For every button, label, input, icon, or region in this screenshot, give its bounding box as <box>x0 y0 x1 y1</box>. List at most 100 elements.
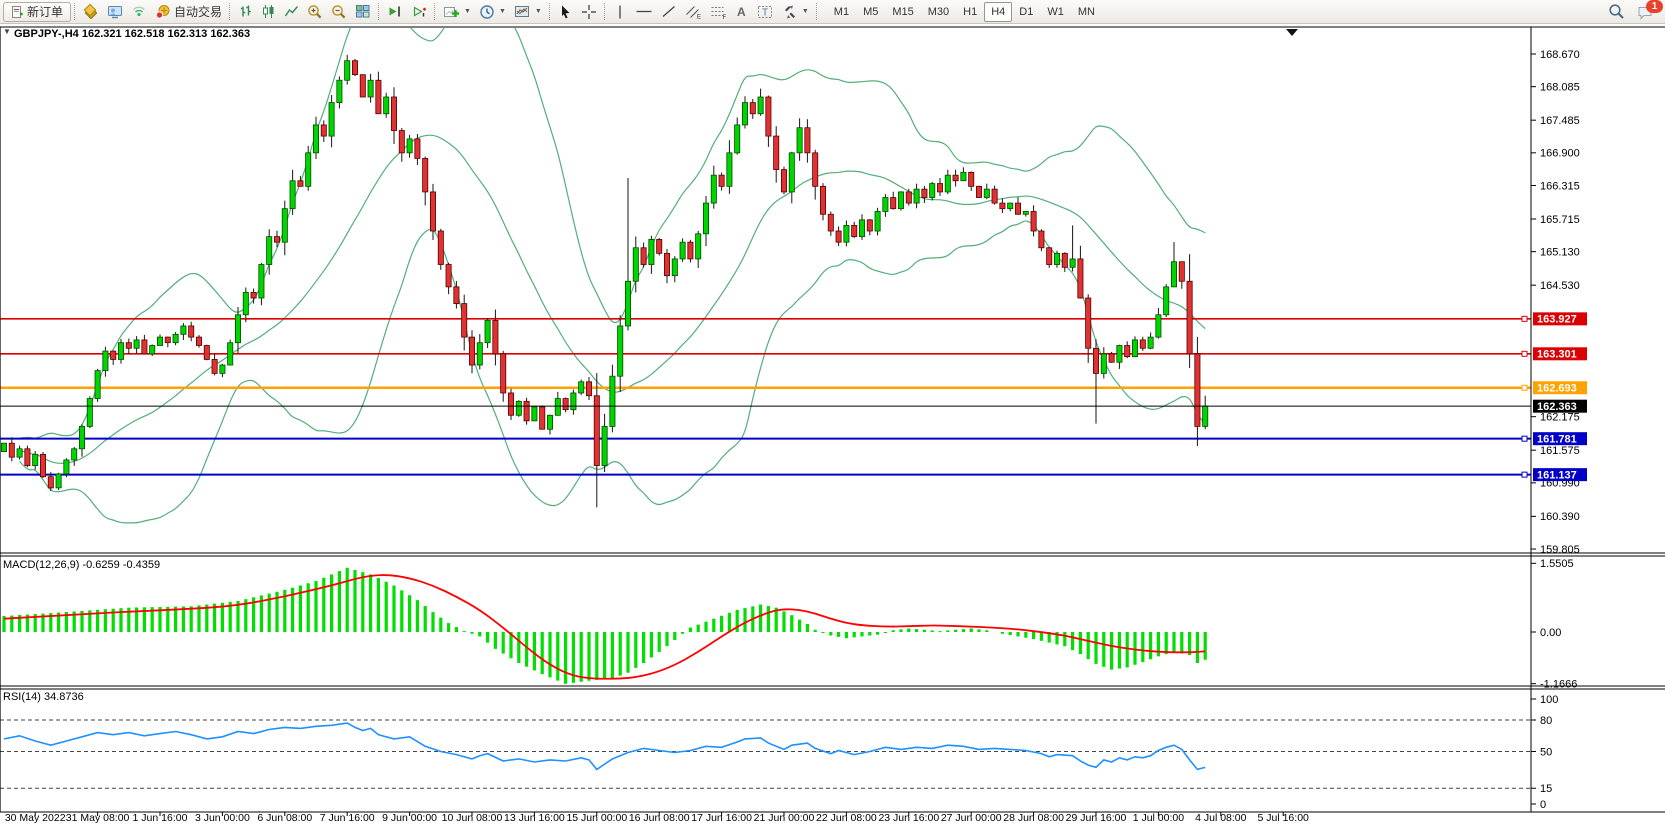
vertical-line-tool-button[interactable] <box>609 2 631 22</box>
candle <box>1109 354 1114 362</box>
macd-histogram-bar <box>1133 632 1136 665</box>
periods-button[interactable]: ▼ <box>475 2 510 22</box>
macd-histogram-bar <box>595 632 598 680</box>
candle <box>547 415 552 429</box>
tf-button-d1[interactable]: D1 <box>1012 2 1040 22</box>
candlestick-mode-button[interactable] <box>257 2 280 22</box>
data-feed-button[interactable] <box>127 2 151 22</box>
candle <box>87 399 92 427</box>
macd-histogram-bar <box>821 632 824 633</box>
macd-histogram-bar <box>884 632 887 633</box>
macd-histogram-bar <box>1016 632 1019 636</box>
auto-scroll-button[interactable] <box>383 2 407 22</box>
text-tool-button[interactable]: A <box>731 2 753 22</box>
arrows-tool-button[interactable]: ▼ <box>778 2 813 22</box>
chat-button[interactable]: 1 <box>1633 2 1658 22</box>
candle <box>976 186 981 197</box>
tf-button-m5[interactable]: M5 <box>856 2 885 22</box>
profiles-button[interactable] <box>103 2 127 22</box>
macd-histogram-bar <box>338 571 341 632</box>
templates-button[interactable]: ▼ <box>510 2 546 22</box>
rsi-tick-label: 50 <box>1540 746 1552 758</box>
search-icon <box>1608 3 1625 20</box>
new-order-icon <box>11 5 24 19</box>
candle <box>586 382 591 396</box>
candle <box>446 265 451 287</box>
candle <box>48 477 53 488</box>
macd-histogram-bar <box>1079 632 1082 654</box>
zoom-out-button[interactable] <box>327 2 351 22</box>
macd-histogram-bar <box>814 630 817 632</box>
trendline-tool-button[interactable] <box>657 2 681 22</box>
text-label-tool-button[interactable]: T <box>753 2 778 22</box>
candle <box>1203 406 1208 426</box>
price-badge-label: 163.927 <box>1537 314 1577 326</box>
hline-handle[interactable] <box>1522 385 1527 390</box>
time-axis[interactable]: 30 May 202231 May 08:001 Jun 16:003 Jun … <box>5 812 1309 824</box>
search-button[interactable] <box>1604 2 1629 22</box>
bar-chart-mode-button[interactable] <box>234 2 257 22</box>
chart-background <box>0 0 1665 826</box>
hline-handle[interactable] <box>1522 351 1527 356</box>
chart-shift-button[interactable] <box>407 2 431 22</box>
symbol-dropdown-caret[interactable]: ▼ <box>3 27 11 36</box>
candle <box>719 175 724 186</box>
tf-button-h4[interactable]: H4 <box>984 2 1012 22</box>
indicators-button[interactable]: ▼ <box>439 2 475 22</box>
tf-button-h1[interactable]: H1 <box>956 2 984 22</box>
candle <box>1054 253 1059 264</box>
tile-windows-button[interactable] <box>351 2 375 22</box>
hline-handle[interactable] <box>1522 472 1527 477</box>
crosshair-tool-button[interactable] <box>577 2 601 22</box>
tf-button-mn[interactable]: MN <box>1071 2 1102 22</box>
macd-histogram-bar <box>704 622 707 632</box>
candle <box>625 281 630 326</box>
tile-windows-icon <box>355 4 371 19</box>
zoom-out-icon <box>331 4 347 20</box>
candle <box>984 189 989 197</box>
channel-tool-button[interactable]: E <box>681 2 706 22</box>
macd-histogram-bar <box>1149 632 1152 659</box>
macd-histogram-bar <box>970 628 973 632</box>
zoom-in-button[interactable] <box>303 2 327 22</box>
candle <box>641 248 646 265</box>
hline-handle[interactable] <box>1522 316 1527 321</box>
time-label: 1 Jul 00:00 <box>1133 812 1185 824</box>
tf-button-m1[interactable]: M1 <box>827 2 856 22</box>
macd-histogram-bar <box>743 608 746 632</box>
fibonacci-tool-button[interactable]: F <box>706 2 731 22</box>
new-chart-button[interactable] <box>79 2 103 22</box>
macd-histogram-bar <box>673 632 676 640</box>
candle <box>610 376 615 426</box>
macd-histogram-bar <box>502 632 505 654</box>
macd-histogram-bar <box>455 627 458 632</box>
separator <box>816 3 818 20</box>
candle <box>118 343 123 360</box>
cursor-tool-button[interactable] <box>554 2 577 22</box>
candle <box>1039 231 1044 248</box>
candle <box>1023 211 1028 214</box>
chart-canvas[interactable]: 168.670168.085167.485166.900166.315165.7… <box>0 0 1665 826</box>
macd-histogram-bar <box>1009 632 1012 635</box>
macd-histogram-bar <box>533 632 536 670</box>
candle <box>282 209 287 243</box>
macd-histogram-bar <box>190 606 193 632</box>
tf-button-m30[interactable]: M30 <box>921 2 956 22</box>
line-chart-mode-button[interactable] <box>280 2 303 22</box>
arrows-icon <box>782 4 798 19</box>
horizontal-line-tool-button[interactable] <box>631 2 657 22</box>
tf-button-m15[interactable]: M15 <box>885 2 920 22</box>
macd-histogram-bar <box>977 629 980 632</box>
tf-button-w1[interactable]: W1 <box>1040 2 1071 22</box>
hline-handle[interactable] <box>1522 436 1527 441</box>
new-chart-icon <box>83 4 99 19</box>
vertical-line-icon <box>614 4 626 20</box>
candle <box>602 426 607 465</box>
macd-histogram-bar <box>416 600 419 632</box>
new-order-button[interactable]: 新订单 <box>3 2 71 22</box>
candle <box>415 139 420 159</box>
autotrading-button[interactable]: 自动交易 <box>151 2 226 22</box>
price-badge-label: 163.301 <box>1537 349 1577 361</box>
candle <box>40 454 45 476</box>
separator <box>229 3 231 20</box>
